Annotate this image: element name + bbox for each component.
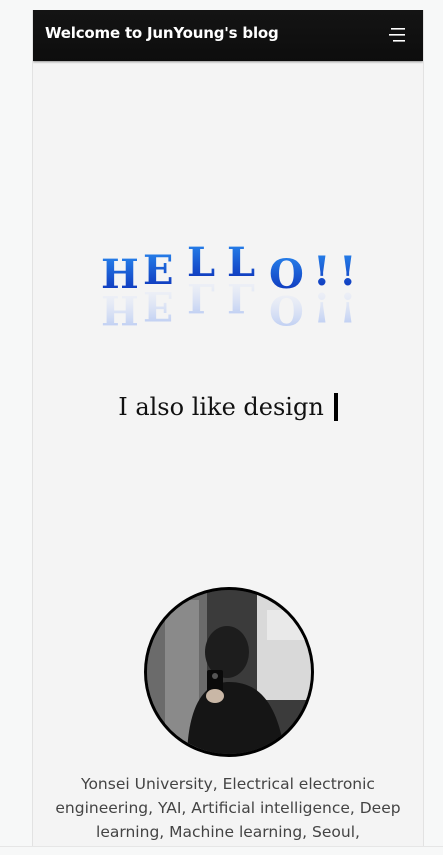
hello-letter-reflection: L: [187, 274, 215, 321]
hamburger-menu-button[interactable]: [387, 26, 407, 44]
hello-letter-reflection: !: [339, 283, 357, 330]
hello-letter-reflection: !: [313, 283, 331, 330]
brand-title[interactable]: Welcome to JunYoung's blog: [45, 24, 279, 42]
hello-letter-reflection: L: [227, 274, 255, 321]
page-container: Welcome to JunYoung's blog H E L L O!! H…: [32, 10, 424, 854]
profile-photo: [147, 590, 311, 754]
hello-graphic: H E L L O!! H E L L O!!: [101, 239, 357, 333]
typing-text: I also like design: [118, 393, 324, 421]
typing-cursor: [333, 393, 338, 421]
hello-letter-reflection: H: [101, 286, 139, 333]
avatar: [144, 587, 314, 757]
top-navbar: Welcome to JunYoung's blog: [33, 10, 423, 61]
hamburger-menu-icon: [389, 28, 405, 42]
hello-letter-reflection: O: [269, 286, 304, 333]
typing-headline: I also like design: [33, 390, 423, 424]
profile-bio: Yonsei University, Electrical electronic…: [55, 775, 401, 841]
hello-banner: H E L L O!! H E L L O!!: [33, 239, 423, 365]
hello-letter-reflection: E: [143, 282, 174, 329]
